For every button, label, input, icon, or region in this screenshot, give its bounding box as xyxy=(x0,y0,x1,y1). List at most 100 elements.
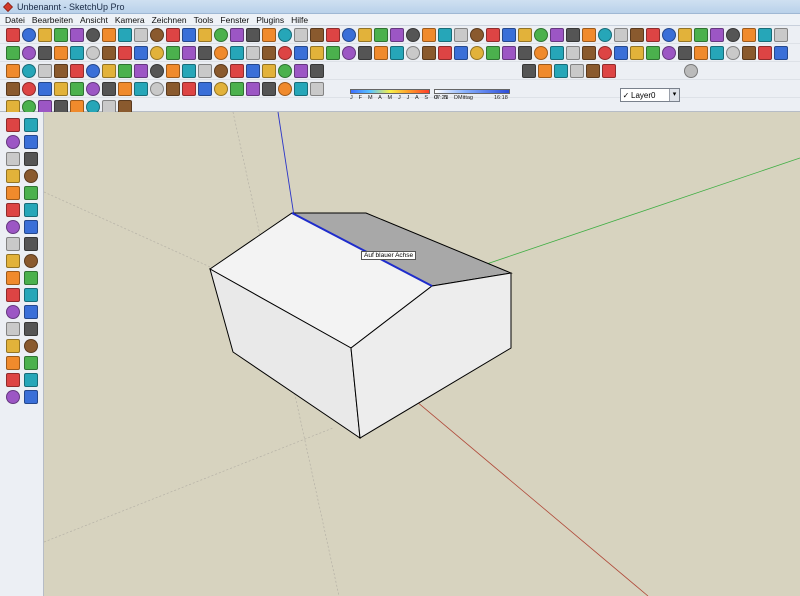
section-plane-icon[interactable] xyxy=(6,390,20,404)
select-tool-icon[interactable] xyxy=(6,118,20,132)
axes-icon[interactable] xyxy=(422,46,436,60)
zoom-extents-icon[interactable] xyxy=(310,28,324,42)
orbit-icon[interactable] xyxy=(294,64,308,78)
offset-icon[interactable] xyxy=(678,46,692,60)
rectangle-icon[interactable] xyxy=(534,46,548,60)
pan-icon[interactable] xyxy=(278,28,292,42)
protractor-icon[interactable] xyxy=(214,28,228,42)
paint-bucket-icon[interactable] xyxy=(742,28,756,42)
pushpull-icon[interactable] xyxy=(614,46,628,60)
paint-bucket-icon[interactable] xyxy=(134,82,148,96)
axes-icon[interactable] xyxy=(102,46,116,60)
eraser-icon[interactable] xyxy=(262,46,276,60)
move-icon[interactable] xyxy=(310,46,324,60)
rotate-icon[interactable] xyxy=(182,82,196,96)
offset-icon[interactable] xyxy=(214,82,228,96)
axes-icon[interactable] xyxy=(278,64,292,78)
pencil-icon[interactable] xyxy=(662,28,676,42)
circle-icon[interactable] xyxy=(86,82,100,96)
rectangle-icon[interactable] xyxy=(70,64,84,78)
dimension-tool-icon[interactable] xyxy=(24,254,38,268)
line-tool-icon[interactable] xyxy=(24,152,38,166)
circle-icon[interactable] xyxy=(694,28,708,42)
axes-icon[interactable] xyxy=(278,82,292,96)
pushpull-icon[interactable] xyxy=(438,28,452,42)
pushpull-icon[interactable] xyxy=(294,46,308,60)
offset-icon[interactable] xyxy=(38,46,52,60)
select-icon[interactable] xyxy=(38,64,52,78)
scale-icon[interactable] xyxy=(166,28,180,42)
offset-icon[interactable] xyxy=(214,64,228,78)
tape-measure-icon[interactable] xyxy=(230,82,244,96)
rotate-icon[interactable] xyxy=(470,28,484,42)
section-display-icon[interactable] xyxy=(24,390,38,404)
axes-icon[interactable] xyxy=(742,46,756,60)
arc-icon[interactable] xyxy=(710,28,724,42)
polygon-tool-icon[interactable] xyxy=(6,186,20,200)
menu-kamera[interactable]: Kamera xyxy=(115,15,145,25)
zoom-icon[interactable] xyxy=(150,46,164,60)
circle-icon[interactable] xyxy=(86,64,100,78)
eraser-icon[interactable] xyxy=(582,46,596,60)
scale-icon[interactable] xyxy=(662,46,676,60)
scale-icon[interactable] xyxy=(342,46,356,60)
select-icon[interactable] xyxy=(502,46,516,60)
move-icon[interactable] xyxy=(166,82,180,96)
axes-icon[interactable] xyxy=(566,28,580,42)
paint-bucket-tool-icon[interactable] xyxy=(6,135,20,149)
tape-tool-icon[interactable] xyxy=(6,254,20,268)
pencil-icon[interactable] xyxy=(198,46,212,60)
time-slider[interactable] xyxy=(434,89,510,94)
orbit-icon[interactable] xyxy=(582,28,596,42)
style-toggle-icon[interactable] xyxy=(538,64,552,78)
menu-hilfe[interactable]: Hilfe xyxy=(291,15,308,25)
orbit-icon[interactable] xyxy=(262,28,276,42)
rectangle-icon[interactable] xyxy=(214,46,228,60)
scale-icon[interactable] xyxy=(198,82,212,96)
chevron-down-icon[interactable]: ▾ xyxy=(669,89,679,101)
style-toggle-icon[interactable] xyxy=(570,64,584,78)
zoom-extents-icon[interactable] xyxy=(486,46,500,60)
protractor-icon[interactable] xyxy=(710,46,724,60)
scene-canvas[interactable] xyxy=(44,112,800,596)
pencil-icon[interactable] xyxy=(54,82,68,96)
scale-icon[interactable] xyxy=(198,64,212,78)
tape-measure-icon[interactable] xyxy=(374,46,388,60)
circle-icon[interactable] xyxy=(54,28,68,42)
zoom-icon[interactable] xyxy=(294,28,308,42)
offset-icon[interactable] xyxy=(502,28,516,42)
offset-icon[interactable] xyxy=(182,28,196,42)
orbit-icon[interactable] xyxy=(438,46,452,60)
eraser-icon[interactable] xyxy=(118,82,132,96)
move-icon[interactable] xyxy=(454,28,468,42)
tape-measure-icon[interactable] xyxy=(694,46,708,60)
arc-icon[interactable] xyxy=(246,46,260,60)
arc-icon[interactable] xyxy=(70,28,84,42)
pan-icon[interactable] xyxy=(310,64,324,78)
make-component-icon[interactable] xyxy=(24,118,38,132)
rotate-icon[interactable] xyxy=(150,28,164,42)
freehand-tool-icon[interactable] xyxy=(24,186,38,200)
zoom-icon[interactable] xyxy=(614,28,628,42)
text-icon[interactable] xyxy=(86,46,100,60)
previous-view-icon[interactable] xyxy=(24,339,38,353)
pan-icon[interactable] xyxy=(454,46,468,60)
pencil-icon[interactable] xyxy=(22,28,36,42)
zoom-icon[interactable] xyxy=(470,46,484,60)
protractor-icon[interactable] xyxy=(246,64,260,78)
paint-bucket-icon[interactable] xyxy=(422,28,436,42)
rotate-icon[interactable] xyxy=(646,46,660,60)
rectangle-icon[interactable] xyxy=(358,28,372,42)
arc-icon[interactable] xyxy=(566,46,580,60)
menu-zeichnen[interactable]: Zeichnen xyxy=(152,15,187,25)
menu-ansicht[interactable]: Ansicht xyxy=(80,15,108,25)
select-icon[interactable] xyxy=(6,28,20,42)
tape-measure-icon[interactable] xyxy=(518,28,532,42)
select-icon[interactable] xyxy=(38,82,52,96)
pencil-icon[interactable] xyxy=(342,28,356,42)
arc-icon[interactable] xyxy=(102,82,116,96)
select-icon[interactable] xyxy=(182,46,196,60)
look-around-icon[interactable] xyxy=(24,373,38,387)
zoom-icon[interactable] xyxy=(6,82,20,96)
scale-icon[interactable] xyxy=(486,28,500,42)
